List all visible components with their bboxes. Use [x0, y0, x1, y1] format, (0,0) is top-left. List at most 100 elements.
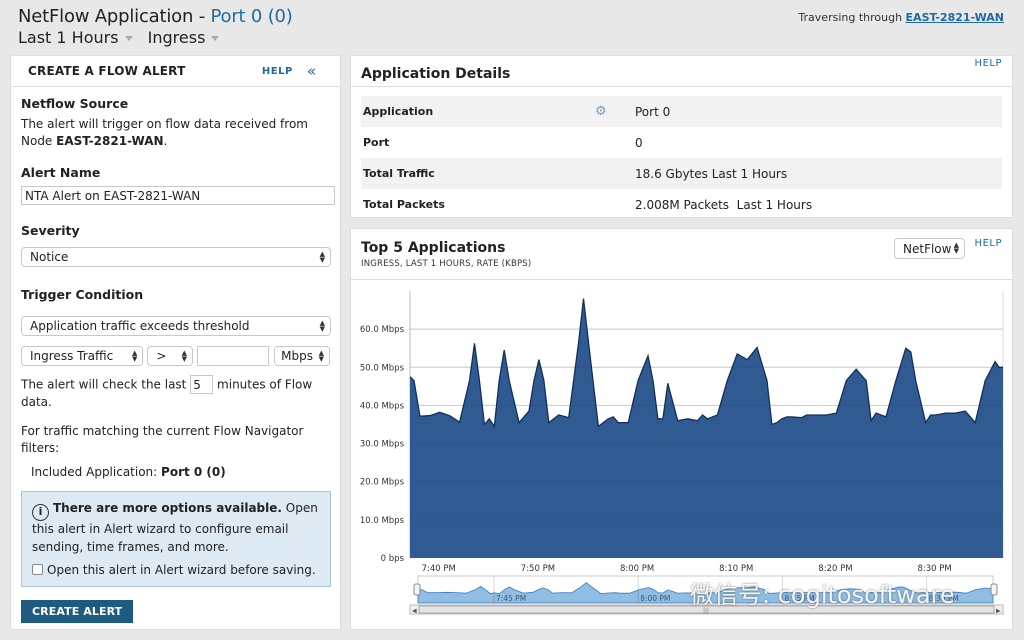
table-row: Total Traffic 18.6 Gbytes Last 1 Hours [361, 158, 1002, 189]
direction-label: Ingress [147, 28, 206, 47]
traffic-direction-value: Ingress Traffic [30, 349, 114, 363]
time-range-label: Last 1 Hours [18, 28, 119, 47]
source-suffix: . [163, 134, 168, 148]
y-tick-label: 40.0 Mbps [360, 401, 405, 411]
y-tick-label: 10.0 Mbps [360, 516, 405, 526]
series-area-port-0 [410, 298, 1003, 558]
select-arrows-icon: ▲ ▼ [319, 319, 325, 333]
alert-name-input[interactable] [21, 186, 335, 205]
panel-header: CREATE A FLOW ALERT HELP « [11, 56, 340, 87]
check-prefix: The alert will check the last [21, 377, 187, 392]
chevron-down-icon [124, 36, 133, 41]
threshold-row: Ingress Traffic ▲ ▼ > ▲ ▼ Mbps ▲ ▼ [21, 346, 330, 366]
select-arrows-icon: ▲ ▼ [181, 349, 187, 363]
panel-title: Application Details [361, 66, 511, 82]
traffic-direction-select[interactable]: Ingress Traffic ▲ ▼ [21, 346, 144, 366]
gear-icon[interactable]: ⚙ [595, 104, 635, 119]
scroll-right-arrow-icon[interactable]: ▶ [996, 608, 1001, 615]
time-range-dropdown[interactable]: Last 1 Hours [18, 28, 133, 47]
wizard-checkbox[interactable] [32, 564, 43, 575]
severity-label: Severity [21, 223, 80, 238]
navigator-tick-label: 7:45 PM [496, 594, 526, 603]
traversing-node-link[interactable]: EAST-2821-WAN [906, 11, 1004, 24]
info-bold-text: There are more options available. [53, 501, 282, 515]
panel-header: Application Details HELP [351, 56, 1012, 87]
x-tick-label: 7:50 PM [521, 564, 555, 574]
direction-dropdown[interactable]: Ingress [148, 28, 220, 47]
button-row: CREATE ALERT [21, 599, 330, 623]
netflow-source-text: The alert will trigger on flow data rece… [21, 116, 330, 150]
traversing-label: Traversing through [798, 11, 906, 24]
filter-bar: Last 1 Hours Ingress [18, 28, 293, 47]
unit-select[interactable]: Mbps ▲ ▼ [274, 346, 330, 366]
chevron-down-icon [211, 36, 220, 41]
navigator-right-handle[interactable] [990, 583, 998, 596]
source-select-value: NetFlow [903, 241, 952, 256]
check-minutes-input[interactable] [190, 375, 214, 394]
x-tick-label: 8:30 PM [917, 564, 951, 574]
create-flow-alert-panel: CREATE A FLOW ALERT HELP « Netflow Sourc… [10, 55, 341, 630]
help-link[interactable]: HELP [975, 58, 1002, 69]
trigger-condition-label: Trigger Condition [21, 287, 144, 302]
table-row: Application ⚙ Port 0 [361, 96, 1002, 127]
navigator-tick-label: 8:15 PM [784, 594, 814, 603]
operator-value: > [156, 349, 167, 363]
x-tick-label: 8:00 PM [620, 564, 654, 574]
page-header: NetFlow Application - Port 0 (0) Last 1 … [18, 6, 293, 47]
included-value: Port 0 (0) [161, 465, 226, 479]
severity-value: Notice [30, 250, 69, 264]
chart-subtitle: INGRESS, LAST 1 HOURS, RATE (KBPS) [361, 259, 532, 269]
row-value: 18.6 Gbytes Last 1 Hours [635, 166, 788, 181]
select-arrows-icon: ▲ ▼ [132, 349, 138, 363]
x-tick-label: 7:40 PM [422, 564, 456, 574]
select-arrows-icon: ▲ ▼ [953, 241, 959, 255]
panel-title: CREATE A FLOW ALERT [28, 64, 186, 78]
row-key: Application [363, 105, 434, 118]
row-value: 2.008M Packets Last 1 Hours [635, 197, 813, 212]
page-title-prefix: NetFlow Application - [18, 6, 211, 27]
netflow-source-label: Netflow Source [21, 96, 129, 111]
navigator-tick-label: 8:00 PM [640, 594, 670, 603]
table-row: Total Packets 2.008M Packets Last 1 Hour… [361, 189, 1002, 220]
severity-select[interactable]: Notice ▲ ▼ [21, 247, 331, 267]
alert-form: Netflow Source The alert will trigger on… [11, 87, 340, 623]
x-tick-label: 8:10 PM [719, 564, 753, 574]
wizard-checkbox-label[interactable]: Open this alert in Alert wizard before s… [47, 563, 316, 577]
navigator-left-handle[interactable] [413, 583, 421, 596]
threshold-input[interactable] [197, 346, 269, 366]
collapse-icon[interactable]: « [307, 62, 316, 80]
scroll-left-arrow-icon[interactable]: ◀ [412, 608, 417, 615]
x-tick-label: 8:20 PM [818, 564, 852, 574]
row-key: Total Packets [363, 198, 445, 211]
details-table: Application ⚙ Port 0 Port 0 Total Traffi… [361, 96, 1002, 220]
create-alert-button[interactable]: CREATE ALERT [21, 599, 134, 623]
trigger-condition-select[interactable]: Application traffic exceeds threshold ▲ ▼ [21, 316, 331, 336]
table-row: Port 0 [361, 127, 1002, 158]
navigator-tick-label: 8:30 PM [929, 594, 959, 603]
row-key: Total Traffic [363, 167, 435, 180]
page-title: NetFlow Application - Port 0 (0) [18, 6, 293, 27]
panel-header: Top 5 Applications INGRESS, LAST 1 HOURS… [351, 229, 1012, 280]
help-link[interactable]: HELP [975, 238, 1002, 249]
source-node: EAST-2821-WAN [56, 134, 164, 148]
select-arrows-icon: ▲ ▼ [319, 250, 325, 264]
trigger-condition-value: Application traffic exceeds threshold [30, 319, 250, 333]
source-select[interactable]: NetFlow ▲ ▼ [894, 238, 965, 259]
application-details-panel: Application Details HELP Application ⚙ P… [350, 55, 1013, 218]
operator-select[interactable]: > ▲ ▼ [147, 346, 193, 366]
alert-name-label: Alert Name [21, 165, 101, 180]
included-application: Included Application: Port 0 (0) [21, 464, 330, 481]
check-window-row: The alert will check the last minutes of… [21, 375, 330, 411]
traversing-info: Traversing through EAST-2821-WAN [798, 11, 1004, 24]
more-options-info-box: i There are more options available. Open … [21, 491, 331, 587]
page-title-entity: Port 0 (0) [210, 6, 293, 27]
row-value: Port 0 [635, 104, 671, 119]
top-applications-panel: Top 5 Applications INGRESS, LAST 1 HOURS… [350, 228, 1013, 630]
traffic-area-chart: 0 bps 10.0 Mbps 20.0 Mbps 30.0 Mbps 40.0 Mbp… [360, 291, 1004, 615]
row-key: Port [363, 136, 390, 149]
y-tick-label: 0 bps [381, 554, 405, 564]
select-arrows-icon: ▲ ▼ [318, 349, 324, 363]
help-link[interactable]: HELP [262, 66, 293, 77]
y-tick-label: 50.0 Mbps [360, 363, 405, 373]
y-tick-label: 30.0 Mbps [360, 440, 405, 450]
